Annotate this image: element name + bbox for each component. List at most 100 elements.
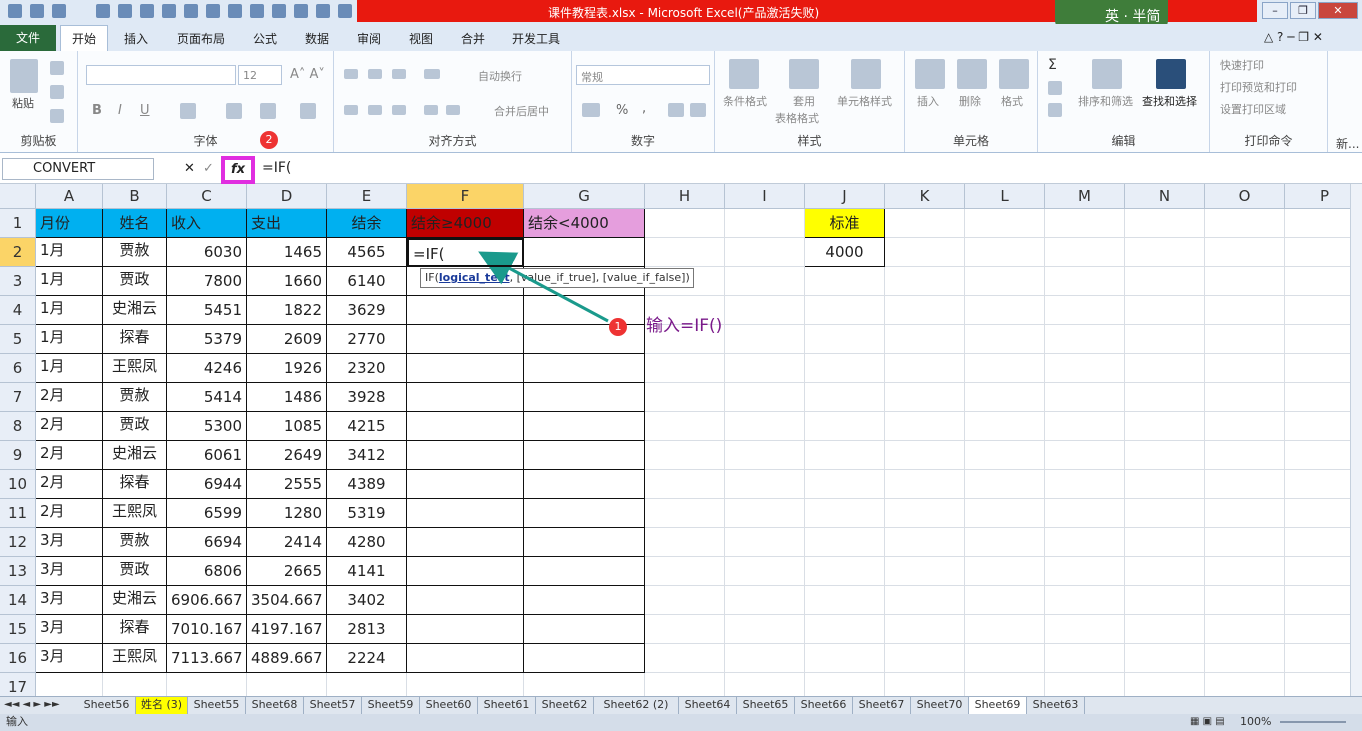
empty-cell[interactable] — [1045, 673, 1125, 696]
empty-cell[interactable] — [1125, 470, 1205, 499]
column-header-a[interactable]: A — [36, 184, 103, 209]
empty-cell[interactable] — [1125, 412, 1205, 441]
table-cell[interactable]: 1月 — [36, 325, 103, 354]
empty-cell[interactable] — [725, 441, 805, 470]
font-color-icon[interactable] — [260, 103, 276, 119]
sheet-tab[interactable]: Sheet62 (2) — [594, 697, 679, 714]
view-buttons-icon[interactable]: ▦ ▣ ▤ — [1190, 714, 1225, 730]
form-icon[interactable] — [228, 4, 242, 18]
empty-cell[interactable] — [1125, 354, 1205, 383]
empty-cell[interactable] — [965, 354, 1045, 383]
empty-cell[interactable] — [1045, 441, 1125, 470]
sheet-tab[interactable]: Sheet59 — [362, 697, 420, 714]
empty-cell[interactable] — [885, 209, 965, 238]
empty-cell[interactable] — [725, 412, 805, 441]
empty-cell[interactable] — [1205, 557, 1285, 586]
table-cell[interactable]: 2月 — [36, 441, 103, 470]
tab-file[interactable]: 文件 — [0, 25, 56, 51]
table-cell[interactable] — [407, 412, 524, 441]
name-box[interactable]: CONVERT — [2, 158, 154, 180]
table-cell[interactable]: 贾赦 — [103, 238, 167, 267]
row-header-13[interactable]: 13 — [0, 557, 36, 586]
font-name-select[interactable] — [86, 65, 236, 85]
column-header-h[interactable]: H — [645, 184, 725, 209]
paste-icon[interactable] — [10, 59, 38, 93]
empty-cell[interactable] — [805, 557, 885, 586]
empty-cell[interactable] — [805, 441, 885, 470]
empty-cell[interactable] — [965, 383, 1045, 412]
empty-cell[interactable] — [645, 354, 725, 383]
empty-cell[interactable] — [885, 354, 965, 383]
row-header-6[interactable]: 6 — [0, 354, 36, 383]
table-cell[interactable]: 2月 — [36, 412, 103, 441]
preview-icon[interactable] — [140, 4, 154, 18]
select-all[interactable] — [0, 184, 36, 209]
insert-function-button[interactable]: fx — [221, 156, 255, 184]
align-left-icon[interactable] — [344, 105, 358, 115]
empty-cell[interactable] — [1205, 586, 1285, 615]
empty-cell[interactable] — [965, 238, 1045, 267]
column-header-b[interactable]: B — [103, 184, 167, 209]
table-cell[interactable] — [524, 499, 645, 528]
align-top-icon[interactable] — [344, 69, 358, 79]
ribbon-controls-icons[interactable]: △ ? ─ ❐ ✕ — [1264, 30, 1323, 44]
row-header-14[interactable]: 14 — [0, 586, 36, 615]
table-cell[interactable]: 史湘云 — [103, 586, 167, 615]
table-cell[interactable]: 6030 — [167, 238, 247, 267]
save-icon[interactable] — [30, 4, 44, 18]
wrap-text-button[interactable]: 自动换行 — [478, 68, 522, 84]
table-cell[interactable]: 6140 — [327, 267, 407, 296]
empty-cell[interactable] — [885, 383, 965, 412]
percent-button[interactable]: % — [616, 103, 628, 118]
empty-cell[interactable] — [885, 586, 965, 615]
empty-cell[interactable] — [885, 296, 965, 325]
tab-home[interactable]: 开始 — [60, 25, 108, 51]
empty-cell[interactable] — [1125, 557, 1205, 586]
empty-cell[interactable] — [725, 557, 805, 586]
zoom-slider[interactable] — [1280, 721, 1346, 723]
empty-cell[interactable] — [805, 673, 885, 696]
orientation-icon[interactable] — [424, 69, 440, 79]
empty-cell[interactable] — [965, 441, 1045, 470]
column-header-i[interactable]: I — [725, 184, 805, 209]
tooltip-arg-logical-test[interactable]: logical_test — [439, 271, 510, 284]
empty-cell[interactable] — [1045, 615, 1125, 644]
table-cell[interactable]: 1822 — [247, 296, 327, 325]
empty-cell[interactable] — [885, 673, 965, 696]
empty-cell[interactable] — [885, 441, 965, 470]
table-cell[interactable]: 5414 — [167, 383, 247, 412]
empty-cell[interactable] — [805, 354, 885, 383]
empty-cell[interactable] — [1045, 267, 1125, 296]
table-cell[interactable] — [407, 470, 524, 499]
table-cell[interactable] — [407, 325, 524, 354]
table-cell[interactable]: 2月 — [36, 383, 103, 412]
table-cell[interactable]: 1月 — [36, 354, 103, 383]
row-header-12[interactable]: 12 — [0, 528, 36, 557]
empty-cell[interactable] — [1205, 354, 1285, 383]
table-cell[interactable] — [407, 441, 524, 470]
table-format-icon[interactable] — [789, 59, 819, 89]
table-cell[interactable] — [407, 615, 524, 644]
empty-cell[interactable] — [725, 499, 805, 528]
empty-cell[interactable] — [1045, 296, 1125, 325]
row-header-3[interactable]: 3 — [0, 267, 36, 296]
table-cell[interactable] — [524, 441, 645, 470]
link-icon[interactable] — [316, 4, 330, 18]
indent-increase-icon[interactable] — [446, 105, 460, 115]
table-cell[interactable]: 贾赦 — [103, 383, 167, 412]
sheet-tab[interactable]: Sheet55 — [188, 697, 246, 714]
empty-cell[interactable] — [725, 673, 805, 696]
comma-button[interactable]: , — [642, 101, 646, 116]
empty-cell[interactable] — [885, 528, 965, 557]
sort-filter-button[interactable]: 排序和筛选 — [1078, 93, 1133, 109]
table-cell[interactable]: 2224 — [327, 644, 407, 673]
empty-cell[interactable] — [645, 383, 725, 412]
table-cell[interactable] — [524, 615, 645, 644]
table-cell[interactable]: 1660 — [247, 267, 327, 296]
table-cell[interactable]: 1926 — [247, 354, 327, 383]
empty-cell[interactable] — [1045, 383, 1125, 412]
vertical-scrollbar[interactable] — [1350, 184, 1362, 696]
sheet-tab[interactable]: Sheet69 — [969, 697, 1027, 714]
table-cell[interactable]: 4141 — [327, 557, 407, 586]
empty-cell[interactable] — [1045, 412, 1125, 441]
